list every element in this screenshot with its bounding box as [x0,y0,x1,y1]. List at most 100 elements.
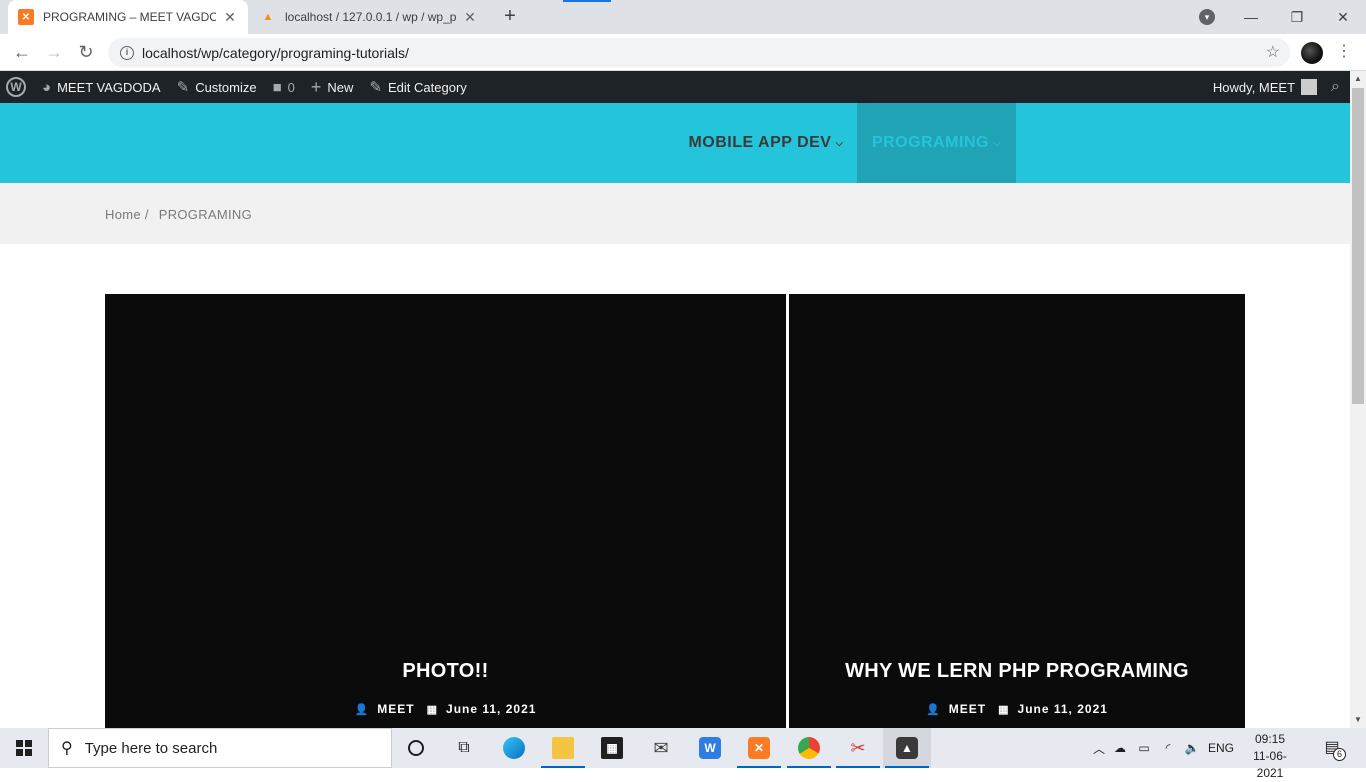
breadcrumb-band: Home / PROGRAMING [0,183,1350,244]
clock-time: 09:15 [1254,732,1286,746]
volume-icon[interactable]: 🔈 [1180,741,1204,755]
mail-icon[interactable]: ✉ [637,728,685,768]
new-content-menu[interactable]: + New [303,71,362,103]
menu-item-programing[interactable]: PROGRAMING ⌵ [857,103,1016,183]
xampp-icon: ✕ [18,9,34,25]
taskbar-search-box[interactable]: ⚲ Type here to search [48,728,392,768]
calendar-icon: ▦ [998,703,1010,716]
post-date[interactable]: June 11, 2021 [1018,702,1108,716]
tab-phpmyadmin[interactable]: ▲ localhost / 127.0.0.1 / wp / wp_p ✕ [250,0,488,34]
xampp-icon[interactable]: ✕ [735,728,783,768]
page-scrollbar[interactable]: ▲ ▼ [1350,71,1366,728]
url-text: localhost/wp/category/programing-tutoria… [142,44,409,61]
reload-icon[interactable]: ↻ [74,40,98,64]
tab-search-icon[interactable]: ▾ [1199,9,1215,25]
browser-menu-icon[interactable]: ⋮ [1336,40,1352,64]
bookmark-star-icon[interactable]: ☆ [1266,42,1280,62]
cortana-icon[interactable] [392,728,440,768]
wifi-icon[interactable]: ◜ [1156,741,1180,755]
author-icon: 👤 [926,703,941,716]
edit-category-label: Edit Category [388,79,467,95]
profile-avatar[interactable] [1301,42,1323,64]
close-tab-icon[interactable]: ✕ [222,9,238,26]
notification-count: 6 [1333,748,1346,761]
brush-icon: ✎ [176,79,190,96]
menu-item-mobile-app-dev[interactable]: MOBILE APP DEV ⌵ [675,103,857,183]
breadcrumb-home-link[interactable]: Home [105,207,141,222]
chrome-icon[interactable] [785,728,833,768]
chevron-down-icon: ⌵ [835,137,844,149]
tab-programing[interactable]: ✕ PROGRAMING – MEET VAGDODA ✕ [8,0,248,34]
restore-icon[interactable]: ❐ [1274,0,1320,34]
language-indicator[interactable]: ENG [1204,741,1238,755]
wp-logo-menu[interactable]: W [0,71,34,103]
search-icon: ⌕ [1331,78,1340,95]
admin-search-button[interactable]: ⌕ [1325,71,1350,103]
forward-icon[interactable]: → [42,40,66,64]
new-label: New [327,79,354,95]
task-view-icon[interactable]: ⧉ [440,728,488,768]
pencil-icon: ✎ [369,79,383,96]
windows-logo-icon [16,740,32,756]
dashboard-icon: ◕ [42,78,52,96]
edge-icon[interactable] [490,728,538,768]
customize-label: Customize [195,79,257,95]
howdy-text: Howdy, MEET [1212,79,1296,95]
start-button[interactable] [0,728,48,768]
search-icon: ⚲ [61,740,73,757]
address-bar[interactable]: i localhost/wp/category/programing-tutor… [108,38,1290,67]
chevron-down-icon: ⌵ [992,137,1002,149]
scrollbar-thumb[interactable] [1352,88,1364,404]
wps-icon[interactable]: W [686,728,734,768]
minimize-icon[interactable]: — [1228,0,1274,34]
customize-link[interactable]: ✎ Customize [169,71,265,103]
file-explorer-icon[interactable] [539,728,587,768]
post-title[interactable]: WHY WE LERN PHP PROGRAMING [789,660,1245,683]
tab-title: localhost / 127.0.0.1 / wp / wp_p [285,10,456,24]
post-meta: 👤 MEET ▦ June 11, 2021 [789,702,1245,716]
edit-category-link[interactable]: ✎ Edit Category [361,71,474,103]
user-avatar [1301,79,1318,95]
breadcrumb-current: PROGRAMING [158,207,253,222]
post-card[interactable]: PHOTO!! 👤 MEET ▦ June 11, 2021 [105,294,786,728]
plus-icon: + [310,76,322,97]
onedrive-icon[interactable]: ☁ [1108,741,1132,755]
notification-center-icon[interactable]: ▤ 6 [1318,737,1346,761]
comments-link[interactable]: ■ 0 [265,71,303,103]
my-account-menu[interactable]: Howdy, MEET [1205,71,1325,103]
windows-taskbar: ⚲ Type here to search ⧉ ▦ ✉ W ✕ ✂ ▲ ︿ ☁ … [0,728,1366,780]
search-placeholder: Type here to search [84,739,218,757]
post-date[interactable]: June 11, 2021 [446,702,536,716]
browser-toolbar: ← → ↻ i localhost/wp/category/programing… [0,34,1366,71]
site-name-menu[interactable]: ◕ MEET VAGDODA [34,71,169,103]
taskbar-clock[interactable]: 09:15 11-06-2021 [1240,731,1300,782]
chevron-up-icon[interactable]: ︿ [1090,740,1108,757]
site-header: MOBILE APP DEV ⌵ PROGRAMING ⌵ [0,103,1350,183]
scroll-up-icon[interactable]: ▲ [1350,71,1366,87]
wp-admin-bar: W ◕ MEET VAGDODA ✎ Customize ■ 0 + New ✎… [0,71,1350,103]
breadcrumb-separator: / [144,207,149,222]
close-tab-icon[interactable]: ✕ [462,9,478,26]
system-tray: ︿ ☁ ▭ ◜ 🔈 ENG [1090,728,1238,768]
post-title[interactable]: PHOTO!! [105,660,786,683]
post-card[interactable]: WHY WE LERN PHP PROGRAMING 👤 MEET ▦ June… [789,294,1245,728]
photos-icon[interactable]: ▲ [883,728,931,768]
post-meta: 👤 MEET ▦ June 11, 2021 [105,702,786,716]
comment-icon: ■ [272,78,282,96]
store-icon[interactable]: ▦ [588,728,636,768]
comments-count: 0 [287,79,295,95]
post-author[interactable]: MEET [377,702,414,716]
new-tab-button[interactable]: + [499,5,521,27]
post-author[interactable]: MEET [949,702,986,716]
wordpress-logo-icon: W [6,77,26,97]
close-window-icon[interactable]: ✕ [1320,0,1366,34]
tab-title: PROGRAMING – MEET VAGDODA [43,10,216,24]
back-icon[interactable]: ← [10,40,34,64]
battery-icon[interactable]: ▭ [1132,741,1156,755]
scroll-down-icon[interactable]: ▼ [1350,712,1366,728]
tab-loading-indicator [563,0,611,2]
snipping-icon[interactable]: ✂ [834,728,882,768]
phpmyadmin-icon: ▲ [262,11,274,23]
menu-label: PROGRAMING [871,134,989,151]
site-info-icon[interactable]: i [120,45,134,60]
